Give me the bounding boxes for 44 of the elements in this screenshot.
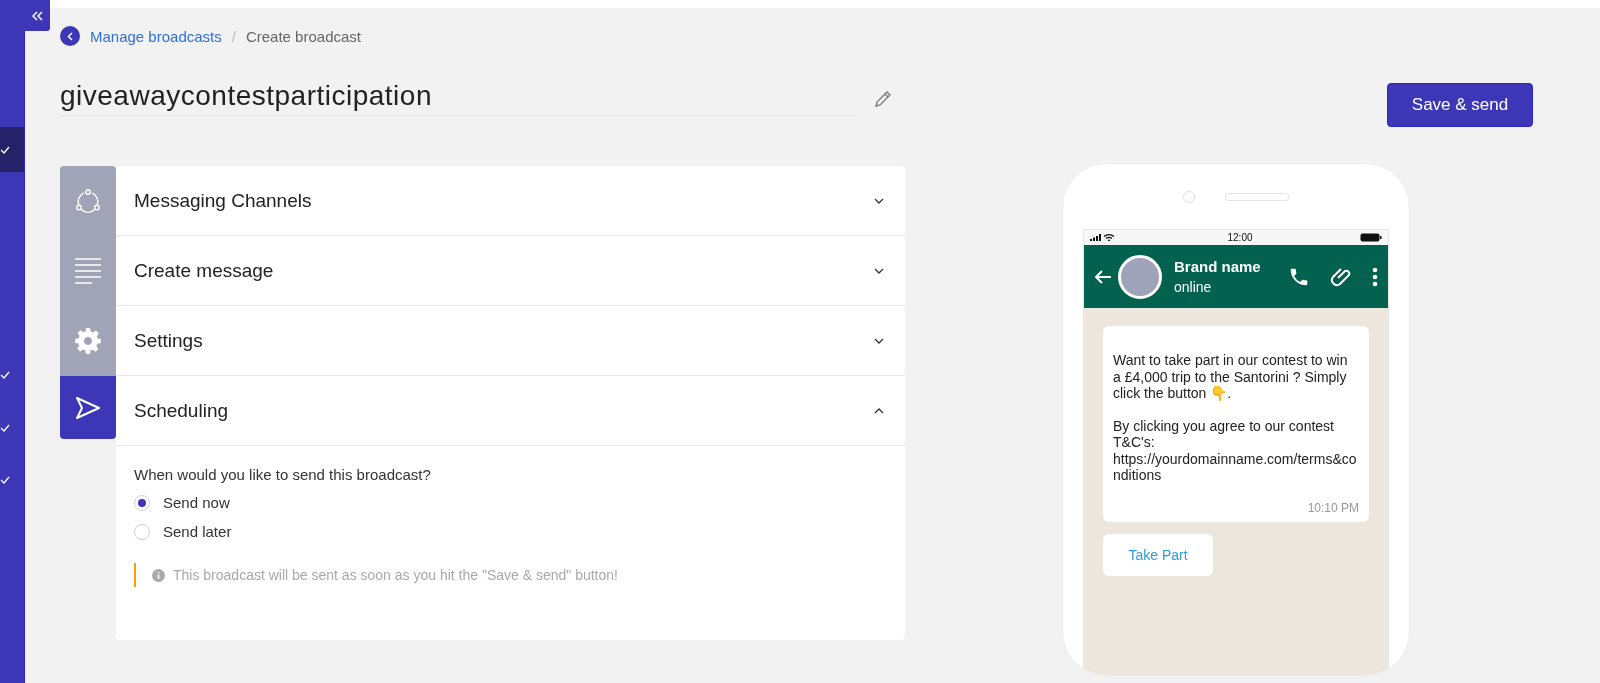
collapse-button[interactable]	[24, 0, 50, 31]
message-text: Want to take part in our contest to win a £4,000 trip to the Santorini ? Simply click the button 👇.	[1113, 352, 1349, 402]
step-tab[interactable]	[60, 376, 116, 439]
battery-icon	[1360, 233, 1382, 242]
chevron-left-icon	[67, 31, 73, 41]
breadcrumb-current: Create broadcast	[245, 27, 361, 45]
pencil-icon[interactable]	[874, 90, 892, 108]
broadcast-name: giveawaycontestparticipation	[60, 80, 858, 116]
breadcrumb-link[interactable]: Manage broadcasts	[90, 27, 222, 45]
check-icon	[0, 371, 10, 379]
back-arrow-icon[interactable]	[1094, 268, 1112, 285]
more-vertical-icon[interactable]	[1372, 266, 1378, 287]
status-clock: 12:00	[1227, 232, 1253, 243]
save-and-send-button[interactable]: Save & send	[1387, 83, 1533, 127]
section-title: Scheduling	[134, 399, 229, 422]
message-text: By clicking you agree to our contest T&C's: https://yourdomainname.com/terms&conditions	[1113, 417, 1358, 484]
section-title: Messaging Channels	[134, 189, 312, 212]
check-icon	[0, 476, 10, 484]
info-note: This broadcast will be sent as soon as you hit the "Save & send" button!	[173, 567, 618, 583]
radio-label: Send later	[163, 523, 232, 540]
section-title: Create message	[134, 259, 274, 282]
section-header[interactable]: Create message	[116, 236, 905, 306]
section-header[interactable]: Settings	[116, 306, 905, 376]
circular-nodes-icon	[75, 189, 101, 213]
radio-label: Send now	[163, 494, 230, 511]
speaker-slot	[1225, 192, 1289, 201]
section-header[interactable]: Scheduling	[116, 376, 905, 446]
gear-icon	[75, 328, 101, 354]
text-lines-icon	[75, 258, 101, 284]
check-icon	[0, 145, 10, 154]
section-title: Settings	[134, 329, 203, 352]
contact-name: Brand name	[1174, 258, 1262, 275]
message-time: 10:10 PM	[1306, 499, 1359, 516]
question-text: When would you like to send this broadcast?	[134, 466, 432, 483]
send-icon	[75, 395, 101, 420]
double-chevron-left-icon	[31, 10, 43, 21]
info-icon	[152, 568, 165, 582]
section-header[interactable]: Messaging Channels	[116, 166, 905, 236]
back-button[interactable]	[60, 26, 80, 46]
breadcrumb-separator: /	[231, 27, 236, 45]
sidebar-item[interactable]	[0, 127, 24, 172]
contact-status: online	[1174, 279, 1213, 295]
check-icon	[0, 424, 10, 432]
avatar	[1118, 254, 1162, 299]
